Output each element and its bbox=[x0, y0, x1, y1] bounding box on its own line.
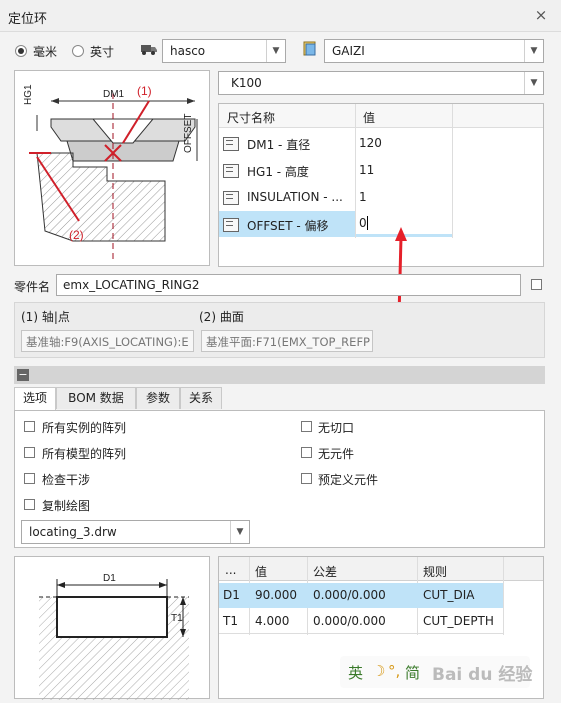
chevron-down-icon: ▼ bbox=[524, 40, 543, 62]
part-name-checkbox[interactable] bbox=[531, 279, 542, 290]
part-name-input[interactable]: emx_LOCATING_RING2 bbox=[56, 274, 521, 296]
table-row-selected[interactable]: D1 90.000 0.000/0.000 CUT_DIA bbox=[219, 583, 503, 608]
checkbox-no-cut[interactable] bbox=[301, 421, 312, 432]
col-header: 规则 bbox=[423, 565, 448, 579]
axis-ref-field[interactable]: 基准轴:F9(AXIS_LOCATING):E bbox=[21, 330, 194, 352]
col-header-value: 值 bbox=[363, 111, 376, 125]
dimension-icon bbox=[223, 137, 239, 151]
tab-parameters[interactable]: 参数 bbox=[136, 387, 180, 409]
offset-label: OFFSET bbox=[183, 114, 194, 153]
size-select[interactable]: K100 ▼ bbox=[218, 71, 544, 95]
col-header: 公差 bbox=[313, 565, 338, 579]
unit-mm-label: 毫米 bbox=[33, 45, 58, 59]
checkbox-all-model-patterns[interactable] bbox=[24, 447, 35, 458]
option-label: 所有实例的阵列 bbox=[42, 421, 127, 435]
moon-icon: ☽ bbox=[372, 662, 386, 680]
surface-ref-label: (2) 曲面 bbox=[199, 310, 244, 324]
truck-icon bbox=[140, 40, 158, 58]
checkbox-copy-drawing[interactable] bbox=[24, 499, 35, 510]
option-label: 无切口 bbox=[318, 421, 355, 435]
axis-ref-label: (1) 轴|点 bbox=[21, 310, 70, 324]
ref1-label: (1) bbox=[137, 84, 152, 98]
chevron-down-icon: ▼ bbox=[266, 40, 285, 62]
table-row[interactable]: INSULATION - ... 1 bbox=[219, 184, 545, 211]
t1-label: T1 bbox=[171, 613, 183, 624]
col-header-name: 尺寸名称 bbox=[227, 111, 276, 125]
collapse-bar[interactable] bbox=[14, 366, 545, 384]
dot-icon: °, bbox=[388, 662, 401, 680]
checkbox-all-instance-patterns[interactable] bbox=[24, 421, 35, 432]
drawing-value: locating_3.drw bbox=[29, 525, 117, 539]
checkbox-predefined-component[interactable] bbox=[301, 473, 312, 484]
size-value: K100 bbox=[231, 76, 262, 90]
dimension-table: 尺寸名称 值 DM1 - 直径 120 HG1 - 高度 11 INSULATI… bbox=[218, 103, 544, 267]
tab-options[interactable]: 选项 bbox=[14, 387, 56, 411]
tab-relations[interactable]: 关系 bbox=[180, 387, 222, 409]
baidu-watermark: Bai du 经验 bbox=[432, 665, 533, 685]
unit-inch-label: 英寸 bbox=[90, 45, 115, 59]
drawing-select[interactable]: locating_3.drw ▼ bbox=[21, 520, 250, 544]
option-label: 所有模型的阵列 bbox=[42, 447, 127, 461]
option-label: 预定义元件 bbox=[318, 473, 379, 487]
model-value: GAIZI bbox=[332, 44, 365, 58]
table-row-selected[interactable]: OFFSET - 偏移 0 bbox=[219, 211, 545, 238]
model-select[interactable]: GAIZI ▼ bbox=[324, 39, 544, 63]
table-row[interactable]: T1 4.000 0.000/0.000 CUT_DEPTH bbox=[219, 609, 503, 634]
close-button[interactable]: × bbox=[532, 6, 550, 24]
supplier-value: hasco bbox=[170, 44, 206, 58]
col-header: 值 bbox=[255, 565, 268, 579]
ime-lang[interactable]: 英 bbox=[348, 662, 363, 683]
dm1-label: DM1 bbox=[103, 89, 125, 100]
minus-icon[interactable]: − bbox=[17, 369, 29, 381]
option-label: 检查干涉 bbox=[42, 473, 91, 487]
option-label: 复制绘图 bbox=[42, 499, 91, 513]
d1-label: D1 bbox=[103, 573, 116, 584]
col-header: ... bbox=[225, 563, 237, 577]
surface-ref-field[interactable]: 基准平面:F71(EMX_TOP_REFP bbox=[201, 330, 373, 352]
chevron-down-icon: ▼ bbox=[230, 521, 249, 543]
part-name-label: 零件名 bbox=[14, 280, 51, 294]
checkbox-no-component[interactable] bbox=[301, 447, 312, 458]
unit-mm-radio[interactable] bbox=[15, 45, 27, 57]
dimension-icon bbox=[223, 191, 239, 205]
checkbox-check-interference[interactable] bbox=[24, 473, 35, 484]
table-row[interactable]: DM1 - 直径 120 bbox=[219, 130, 545, 157]
hg1-label: HG1 bbox=[23, 84, 34, 105]
locating-ring-diagram: DM1 HG1 OFFSET (1) (2) bbox=[14, 70, 210, 266]
dimension-icon bbox=[223, 218, 239, 232]
supplier-select[interactable]: hasco ▼ bbox=[162, 39, 286, 63]
window-title: 定位环 bbox=[8, 12, 48, 27]
chevron-down-icon: ▼ bbox=[524, 72, 543, 94]
table-row[interactable]: HG1 - 高度 11 bbox=[219, 157, 545, 184]
window-titlebar bbox=[0, 0, 561, 32]
dimension-icon bbox=[223, 164, 239, 178]
tab-bom-data[interactable]: BOM 数据 bbox=[56, 387, 136, 409]
ref2-label: (2) bbox=[69, 228, 84, 242]
option-label: 无元件 bbox=[318, 447, 355, 461]
cut-diagram: D1 T1 bbox=[14, 556, 210, 700]
model-icon bbox=[301, 40, 319, 58]
unit-inch-radio[interactable] bbox=[72, 45, 84, 57]
ime-mode[interactable]: 简 bbox=[405, 662, 420, 683]
